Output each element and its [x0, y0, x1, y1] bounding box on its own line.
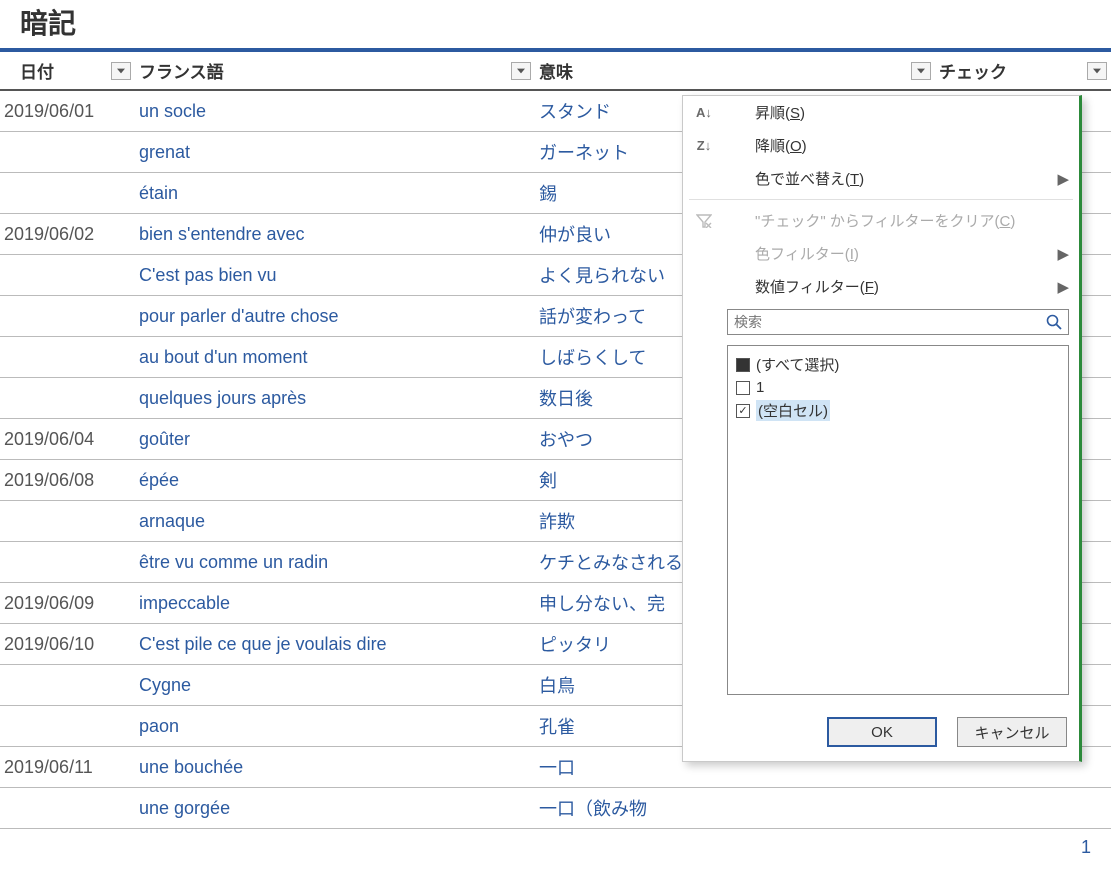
menu-clear-filter: "チェック" からフィルターをクリア(C) [683, 204, 1079, 237]
filter-check-label: (空白セル) [756, 400, 830, 421]
filter-search-box[interactable] [727, 309, 1069, 335]
cell-date: 2019/06/02 [0, 214, 135, 255]
cell-french[interactable]: quelques jours après [135, 378, 535, 419]
menu-sort-descending[interactable]: Z↓ 降順(O) [683, 129, 1079, 162]
cell-date [0, 788, 135, 829]
col-header-french-label: フランス語 [139, 63, 224, 82]
cell-french[interactable]: arnaque [135, 501, 535, 542]
cell-date: 2019/06/11 [0, 747, 135, 788]
submenu-arrow-icon: ▶ [1057, 278, 1069, 296]
menu-sort-ascending[interactable]: A↓ 昇順(S) [683, 96, 1079, 129]
cell-french[interactable]: bien s'entendre avec [135, 214, 535, 255]
cell-date: 2019/06/01 [0, 90, 135, 132]
cell-date [0, 542, 135, 583]
cell-french[interactable]: un socle [135, 90, 535, 132]
col-header-french[interactable]: フランス語 [135, 52, 535, 90]
cell-date: 2019/06/08 [0, 460, 135, 501]
cell-french[interactable]: C'est pas bien vu [135, 255, 535, 296]
checkbox-checked-icon: ✓ [736, 404, 750, 418]
cell-french[interactable]: une gorgée [135, 788, 535, 829]
cell-french[interactable]: Cygne [135, 665, 535, 706]
col-header-check-label: チェック [939, 63, 1007, 82]
filter-check-label: (すべて選択) [756, 354, 839, 375]
filter-check-label: 1 [756, 379, 764, 396]
filter-dropdown-meaning[interactable] [911, 62, 931, 80]
cell-check [935, 788, 1111, 829]
cell-date: 2019/06/09 [0, 583, 135, 624]
cell-french[interactable]: C'est pile ce que je voulais dire [135, 624, 535, 665]
cell-french[interactable]: impeccable [135, 583, 535, 624]
cell-french[interactable]: épée [135, 460, 535, 501]
checkbox-mixed-icon [736, 358, 750, 372]
col-header-date[interactable]: 日付 [0, 52, 135, 90]
filter-menu: A↓ 昇順(S) Z↓ 降順(O) 色で並べ替え(T) ▶ "チェック" からフ… [682, 95, 1082, 762]
checkbox-unchecked-icon [736, 381, 750, 395]
sort-asc-icon: A↓ [691, 105, 717, 120]
cancel-button[interactable]: キャンセル [957, 717, 1067, 747]
cell-french[interactable]: au bout d'un moment [135, 337, 535, 378]
submenu-arrow-icon: ▶ [1057, 245, 1069, 263]
cell-date [0, 132, 135, 173]
cell-date [0, 337, 135, 378]
filter-check-item[interactable]: (すべて選択) [736, 352, 1060, 377]
filter-check-item[interactable]: 1 [736, 377, 1060, 398]
cell-date [0, 378, 135, 419]
filter-check-item[interactable]: ✓ (空白セル) [736, 398, 1060, 423]
cell-date [0, 706, 135, 747]
filter-dropdown-check[interactable] [1087, 62, 1107, 80]
pager-current-page[interactable]: 1 [0, 829, 1111, 866]
cell-french[interactable]: goûter [135, 419, 535, 460]
cell-french[interactable]: être vu comme un radin [135, 542, 535, 583]
ok-button[interactable]: OK [827, 717, 937, 747]
cell-date [0, 665, 135, 706]
cell-date [0, 501, 135, 542]
cell-date [0, 255, 135, 296]
table-row: une gorgée一口（飲み物 [0, 788, 1111, 829]
clear-filter-icon [691, 214, 717, 228]
menu-sort-by-color[interactable]: 色で並べ替え(T) ▶ [683, 162, 1079, 195]
filter-search-input[interactable] [728, 310, 1040, 334]
sort-desc-icon: Z↓ [691, 138, 717, 153]
cell-french[interactable]: une bouchée [135, 747, 535, 788]
menu-number-filter[interactable]: 数値フィルター(F) ▶ [683, 270, 1079, 303]
cell-date: 2019/06/04 [0, 419, 135, 460]
col-header-meaning-label: 意味 [539, 63, 573, 82]
cell-french[interactable]: grenat [135, 132, 535, 173]
menu-color-filter: 色フィルター(I) ▶ [683, 237, 1079, 270]
cell-french[interactable]: paon [135, 706, 535, 747]
cell-date [0, 173, 135, 214]
cell-french[interactable]: pour parler d'autre chose [135, 296, 535, 337]
col-header-check[interactable]: チェック [935, 52, 1111, 90]
filter-dropdown-date[interactable] [111, 62, 131, 80]
filter-dropdown-french[interactable] [511, 62, 531, 80]
cell-meaning[interactable]: 一口（飲み物 [535, 788, 935, 829]
col-header-meaning[interactable]: 意味 [535, 52, 935, 90]
filter-checklist[interactable]: (すべて選択) 1 ✓ (空白セル) [727, 345, 1069, 695]
cell-french[interactable]: étain [135, 173, 535, 214]
search-icon[interactable] [1040, 310, 1068, 334]
cell-date: 2019/06/10 [0, 624, 135, 665]
menu-separator [689, 199, 1073, 200]
submenu-arrow-icon: ▶ [1057, 170, 1069, 188]
page-title: 暗記 [0, 0, 1111, 52]
col-header-date-label: 日付 [20, 63, 54, 82]
cell-date [0, 296, 135, 337]
